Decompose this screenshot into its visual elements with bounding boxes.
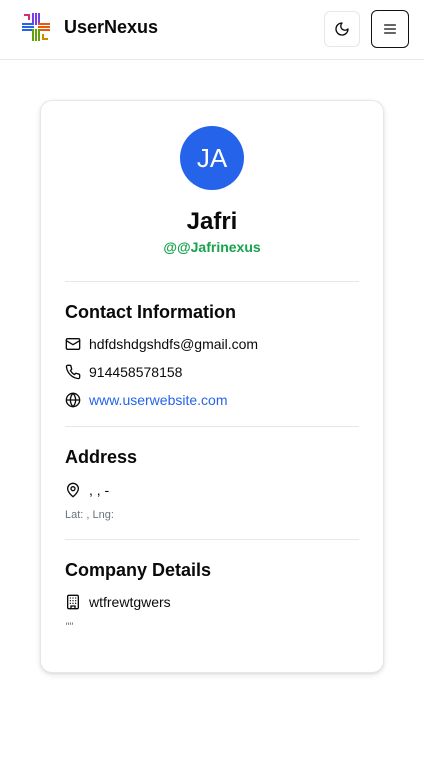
contact-email: hdfdshdgshdfs@gmail.com	[89, 336, 259, 352]
company-section-title: Company Details	[65, 560, 212, 580]
avatar: JA	[180, 126, 244, 190]
menu-button[interactable]	[371, 10, 409, 48]
contact-phone-row: 914458578158	[65, 363, 182, 381]
phone-icon	[65, 364, 81, 380]
user-name: Jafri	[186, 208, 238, 235]
address-geo: Lat: , Lng:	[65, 509, 114, 521]
company-row: wtfrewtgwers	[65, 593, 171, 611]
theme-toggle-button[interactable]	[324, 11, 360, 47]
moon-icon	[335, 22, 349, 36]
brand-name: UserNexus	[64, 17, 159, 37]
user-profile-card: JA Jafri @@Jafrinexus Contact Informatio…	[40, 100, 384, 673]
company-name: wtfrewtgwers	[89, 594, 171, 610]
contact-website-row: www.userwebsite.com	[65, 391, 228, 409]
address-row: , , -	[65, 481, 109, 499]
divider	[65, 281, 359, 282]
contact-email-row: hdfdshdgshdfs@gmail.com	[65, 335, 258, 353]
app-header: UserNexus	[0, 0, 424, 60]
contact-section-title: Contact Information	[65, 302, 236, 322]
building-icon	[67, 594, 79, 610]
divider	[65, 426, 359, 427]
hamburger-menu-icon	[384, 24, 396, 34]
contact-website-link[interactable]: www.userwebsite.com	[89, 392, 228, 408]
user-username: @@Jafrinexus	[163, 239, 261, 255]
address-section-title: Address	[65, 447, 138, 467]
contact-phone: 914458578158	[89, 364, 183, 380]
mail-icon	[65, 338, 81, 350]
map-pin-icon	[67, 482, 79, 498]
brand[interactable]: UserNexus	[20, 11, 158, 43]
address-line: , , -	[89, 482, 110, 498]
divider	[65, 539, 359, 540]
company-catchphrase: ""	[65, 621, 73, 633]
globe-icon	[65, 392, 81, 408]
usernexus-logo-icon	[22, 13, 50, 41]
